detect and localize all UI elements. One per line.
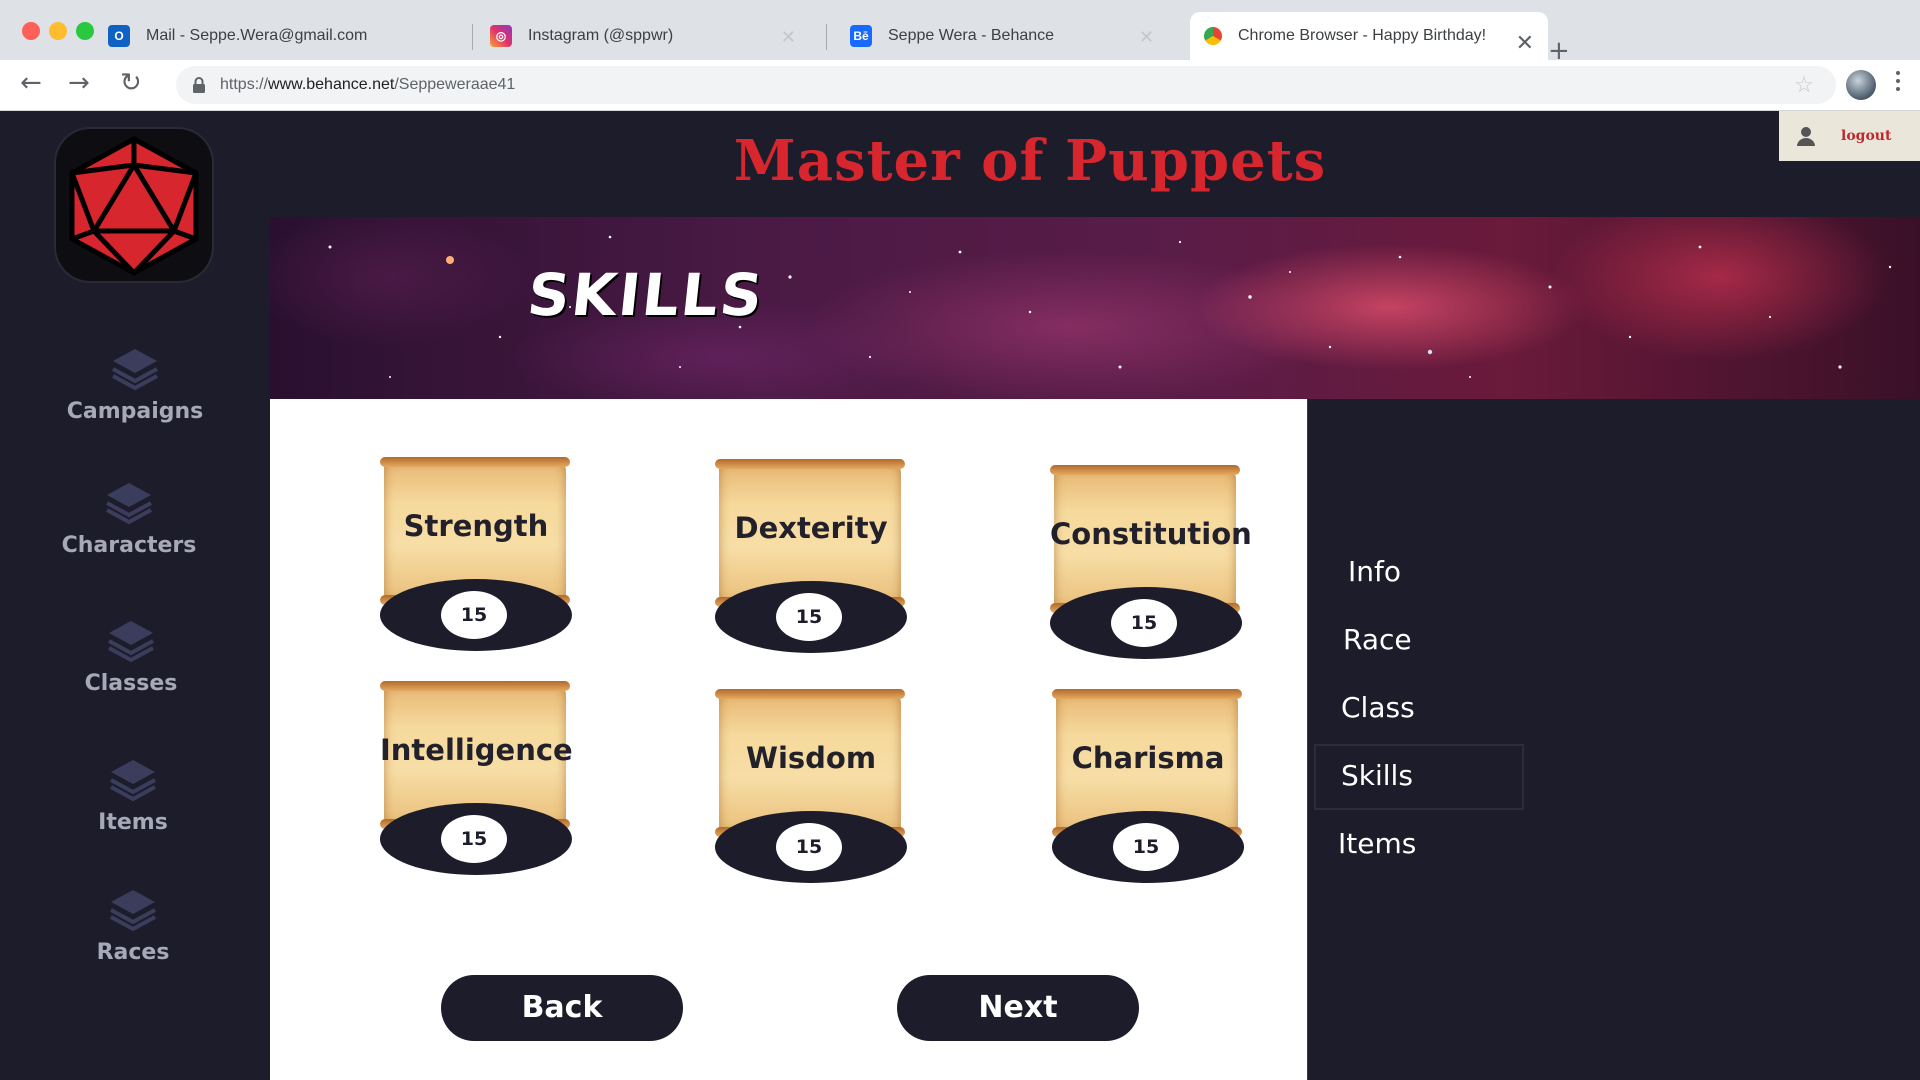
- skill-value[interactable]: 15: [776, 593, 842, 641]
- skill-name: Dexterity: [734, 511, 888, 545]
- tab-title: Mail - Seppe.Wera@gmail.com: [146, 27, 368, 44]
- step-navigation-panel: [1307, 399, 1920, 1080]
- sidebar-item-label: Classes: [84, 671, 178, 696]
- skill-value[interactable]: 15: [441, 815, 507, 863]
- skill-card-strength: Strength 15: [380, 457, 572, 661]
- sidebar-item-classes[interactable]: Classes: [0, 617, 266, 696]
- forward-arrow-icon[interactable]: →: [68, 70, 90, 96]
- sidebar-item-items[interactable]: Items: [0, 756, 268, 835]
- browser-tab-bar: O Mail - Seppe.Wera@gmail.com ◎ Instagra…: [0, 0, 1920, 64]
- skill-value-holder: 15: [1052, 811, 1244, 883]
- back-button[interactable]: Back: [441, 975, 683, 1041]
- skills-panel: Strength 15 Dexterity 15 Constitution 15…: [270, 399, 1307, 1080]
- close-icon[interactable]: ✕: [1139, 27, 1154, 48]
- sidebar-item-characters[interactable]: Characters: [0, 479, 264, 558]
- logout-button[interactable]: logout: [1779, 111, 1920, 161]
- url-host: www.behance.net: [268, 76, 395, 93]
- skill-name: Intelligence: [380, 733, 573, 767]
- step-class[interactable]: Class: [1341, 691, 1415, 724]
- sidebar-item-races[interactable]: Races: [0, 886, 268, 965]
- back-arrow-icon[interactable]: ←: [20, 70, 42, 96]
- skill-name: Strength: [403, 509, 549, 543]
- skill-value-holder: 15: [715, 811, 907, 883]
- app-title: Master of Puppets: [733, 128, 1327, 194]
- sidebar-item-label: Campaigns: [66, 399, 204, 424]
- window-close-button[interactable]: [22, 22, 40, 40]
- next-button[interactable]: Next: [897, 975, 1139, 1041]
- chrome-icon: [1204, 27, 1222, 45]
- reload-icon[interactable]: ↻: [120, 70, 142, 96]
- close-icon[interactable]: ✕: [1516, 30, 1534, 56]
- layers-icon: [110, 760, 156, 802]
- menu-kebab-icon[interactable]: [1896, 71, 1900, 95]
- skill-card-charisma: Charisma 15: [1052, 689, 1244, 893]
- skill-value[interactable]: 15: [776, 823, 842, 871]
- close-icon[interactable]: ✕: [781, 27, 796, 48]
- layers-icon: [112, 349, 158, 391]
- skill-name: Wisdom: [745, 741, 877, 775]
- address-bar[interactable]: https://www.behance.net/Seppeweraae41 ☆: [176, 66, 1836, 104]
- skill-name: Constitution: [1050, 517, 1252, 551]
- tab-title: Seppe Wera - Behance: [888, 27, 1055, 44]
- outlook-icon: O: [108, 25, 130, 47]
- skill-value-holder: 15: [1050, 587, 1242, 659]
- window-zoom-button[interactable]: [76, 22, 94, 40]
- skill-value[interactable]: 15: [1111, 599, 1177, 647]
- url-scheme: https://: [220, 76, 269, 93]
- step-skills[interactable]: Skills: [1341, 759, 1413, 792]
- sidebar-item-label: Characters: [61, 533, 197, 558]
- tab-title: Chrome Browser - Happy Birthday!: [1238, 27, 1487, 44]
- step-items[interactable]: Items: [1338, 827, 1416, 860]
- tab-instagram[interactable]: ◎ Instagram (@sppwr) ✕: [490, 12, 810, 60]
- url-path: /Seppeweraae41: [394, 76, 516, 93]
- layers-icon: [106, 483, 152, 525]
- sidebar-item-label: Races: [96, 940, 170, 965]
- sidebar: Campaigns Characters Classes Items Races: [0, 111, 270, 1080]
- skill-value-holder: 15: [380, 803, 572, 875]
- step-race[interactable]: Race: [1343, 623, 1412, 656]
- user-icon: [1797, 127, 1815, 146]
- skill-card-constitution: Constitution 15: [1050, 465, 1252, 669]
- skill-value-holder: 15: [715, 581, 907, 653]
- step-info[interactable]: Info: [1348, 555, 1401, 588]
- logout-label: logout: [1841, 128, 1892, 144]
- instagram-icon: ◎: [490, 25, 512, 47]
- nebula-banner: SKILLS: [270, 217, 1920, 399]
- starfield: [328, 235, 1892, 378]
- skill-card-dexterity: Dexterity 15: [715, 459, 907, 663]
- skill-card-wisdom: Wisdom 15: [715, 689, 907, 893]
- sidebar-item-campaigns[interactable]: Campaigns: [0, 345, 270, 424]
- bookmark-star-icon[interactable]: ☆: [1794, 72, 1814, 98]
- d20-logo[interactable]: [56, 129, 212, 281]
- lock-icon: [192, 77, 206, 93]
- profile-avatar[interactable]: [1846, 70, 1876, 100]
- browser-toolbar: ← → ↻ https://www.behance.net/Seppeweraa…: [0, 60, 1920, 111]
- page-title: SKILLS: [524, 261, 768, 329]
- tab-title: Instagram (@sppwr): [528, 27, 674, 44]
- behance-icon: Bē: [850, 25, 872, 47]
- skill-value-holder: 15: [380, 579, 572, 651]
- tab-chrome-active[interactable]: Chrome Browser - Happy Birthday! ✕: [1190, 12, 1548, 60]
- tab-separator: [826, 24, 827, 50]
- tab-mail[interactable]: O Mail - Seppe.Wera@gmail.com: [108, 12, 470, 60]
- skill-card-intelligence: Intelligence 15: [380, 681, 573, 885]
- tab-behance[interactable]: Bē Seppe Wera - Behance ✕: [850, 12, 1168, 60]
- layers-icon: [110, 890, 156, 932]
- skill-value[interactable]: 15: [441, 591, 507, 639]
- layers-icon: [108, 621, 154, 663]
- window-minimize-button[interactable]: [49, 22, 67, 40]
- d20-dice-icon: [69, 136, 199, 276]
- tab-separator: [472, 24, 473, 50]
- skill-name: Charisma: [1071, 741, 1225, 775]
- sidebar-item-label: Items: [98, 810, 168, 835]
- skill-value[interactable]: 15: [1113, 823, 1179, 871]
